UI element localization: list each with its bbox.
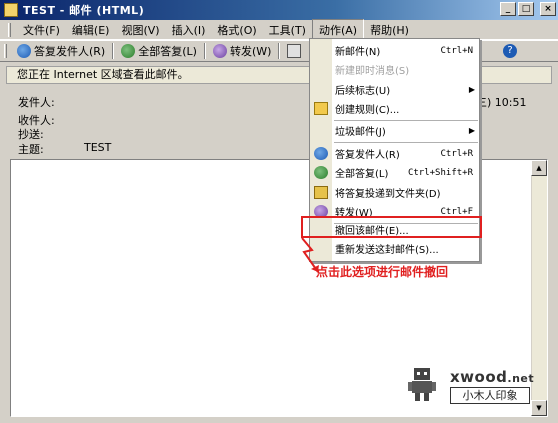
menu-bar: 文件(F) 编辑(E) 视图(V) 插入(I) 格式(O) 工具(T) 动作(A… (0, 18, 558, 41)
mail-app-icon (4, 3, 18, 17)
reply-all-button[interactable]: 全部答复(L) (117, 41, 201, 61)
menu-tools[interactable]: 工具(T) (263, 20, 312, 40)
reply-all-icon (314, 166, 328, 179)
menu-item-new-instant-message: 新建即时消息(S) (335, 66, 410, 77)
menu-item-create-rule[interactable]: 创建规则(C)... (310, 99, 481, 118)
menu-item-resend-message[interactable]: 重新发送这封邮件(S)... (310, 239, 481, 258)
reply-all-icon (121, 44, 136, 58)
reply-icon (17, 44, 31, 58)
menu-item-reply[interactable]: 答复发件人(R) Ctrl+R (310, 144, 481, 163)
reply-all-label: 全部答复(L) (138, 45, 197, 58)
menu-edit[interactable]: 编辑(E) (66, 20, 116, 40)
sent-date: 三) 10:51 (476, 96, 527, 109)
recall-highlight-box (301, 216, 482, 238)
watermark: xwood.net 小木人印象 (404, 362, 550, 408)
toolbar-separator (112, 43, 115, 59)
menu-insert[interactable]: 插入(I) (166, 20, 212, 40)
menu-item-junk-mail[interactable]: 垃圾邮件(J) ▶ (310, 121, 481, 140)
menu-item-reply-all[interactable]: 全部答复(L) Ctrl+Shift+R (310, 163, 481, 182)
watermark-site: xwood.net (450, 368, 535, 386)
window-controls: _ □ × (500, 2, 556, 16)
folder-icon (314, 186, 328, 199)
menu-item-post-reply-to-folder[interactable]: 将答复投递到文件夹(D) (310, 183, 481, 202)
toolbar-grip (4, 44, 7, 58)
window-title: TEST - 邮件 (HTML) (23, 4, 145, 17)
menu-file[interactable]: 文件(F) (17, 20, 66, 40)
robot-logo-icon (408, 368, 436, 401)
menu-help[interactable]: 帮助(H) (364, 20, 415, 40)
print-icon (287, 44, 302, 58)
menu-separator (334, 142, 478, 143)
maximize-button[interactable]: □ (518, 2, 534, 16)
menu-grip (8, 22, 11, 37)
forward-button[interactable]: 转发(W) (209, 41, 275, 61)
toolbar-separator (203, 43, 206, 59)
subject-value: TEST (84, 141, 112, 154)
reply-icon (314, 147, 328, 160)
annotation-caption: 点击此选项进行邮件撤回 (316, 265, 449, 279)
menu-item-new-mail[interactable]: 新邮件(N) Ctrl+N (310, 41, 481, 60)
menu-view[interactable]: 视图(V) (115, 20, 165, 40)
forward-icon (212, 44, 227, 58)
menu-format[interactable]: 格式(O) (211, 20, 262, 40)
submenu-arrow-icon: ▶ (468, 126, 475, 135)
help-button[interactable]: ? (499, 41, 524, 61)
subject-label: 主题: (18, 143, 44, 156)
submenu-arrow-icon: ▶ (468, 85, 475, 94)
watermark-name: 小木人印象 (450, 387, 530, 404)
minimize-button[interactable]: _ (500, 2, 516, 16)
cc-label: 抄送: (18, 128, 44, 141)
reply-label: 答复发件人(R) (34, 45, 106, 58)
close-button[interactable]: × (540, 2, 556, 16)
title-bar: TEST - 邮件 (HTML) _ □ × (0, 0, 558, 20)
from-label: 发件人: (18, 96, 55, 109)
menu-item-follow-up-flag[interactable]: 后续标志(U) ▶ (310, 80, 481, 99)
rule-icon (314, 102, 328, 115)
toolbar-separator (278, 43, 281, 59)
help-icon: ? (503, 44, 517, 58)
print-button[interactable] (283, 41, 308, 61)
forward-label: 转发(W) (229, 45, 272, 58)
scroll-up-icon[interactable]: ▲ (531, 160, 547, 176)
reply-button[interactable]: 答复发件人(R) (13, 41, 109, 61)
